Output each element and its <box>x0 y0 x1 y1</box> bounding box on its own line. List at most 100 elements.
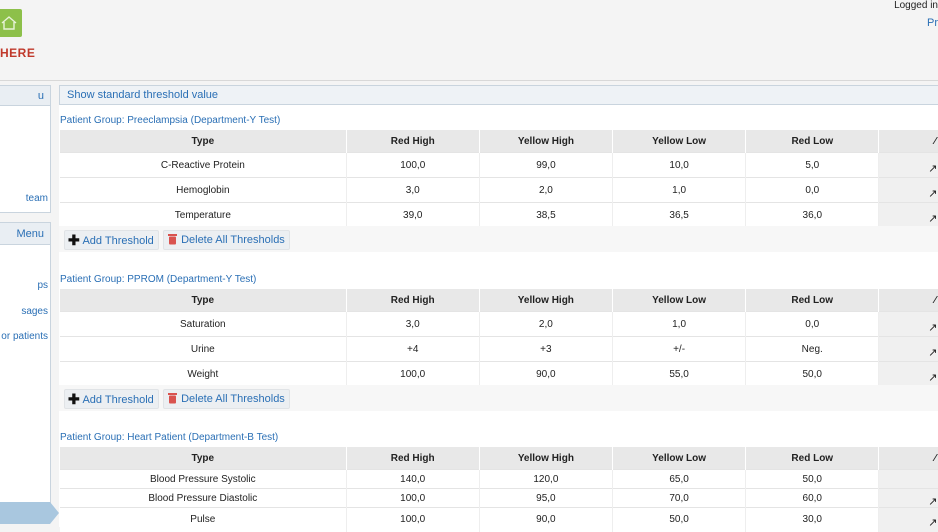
cell-red-high: 3,0 <box>346 177 480 203</box>
edit-cell[interactable] <box>878 469 938 489</box>
column-header: Type <box>60 447 347 470</box>
cell-type: C-Reactive Protein <box>60 152 347 178</box>
cell-yellow-low: 36,5 <box>612 202 747 228</box>
sidebar-secondary-menu-panel: Menu ps sages or patients <box>0 222 51 504</box>
sidebar-item-messages[interactable]: sages <box>0 306 48 317</box>
edit-cell[interactable]: ↗ <box>878 152 938 178</box>
edit-cell[interactable]: ↗ <box>878 202 938 228</box>
cell-red-high: 100,0 <box>346 152 480 178</box>
column-header: Yellow High <box>479 289 613 312</box>
add-threshold-label: Add Threshold <box>82 235 154 247</box>
group-actions-bar: ✚ Add Threshold Delete All Thresholds <box>59 385 938 411</box>
column-header: Red High <box>346 447 480 470</box>
sidebar-menu-panel: u team <box>0 85 51 213</box>
sidebar-item-groups[interactable]: ps <box>0 280 48 291</box>
column-header-actions: ⁄ <box>878 130 938 153</box>
cell-red-low: 5,0 <box>745 152 880 178</box>
table-row: Saturation 3,0 2,0 1,0 0,0 ↗ <box>60 311 938 337</box>
cell-red-low: 36,0 <box>745 202 880 228</box>
sidebar-secondary-menu-title: Menu <box>0 223 50 245</box>
cell-red-low: 30,0 <box>745 507 880 532</box>
column-header: Yellow Low <box>612 130 747 153</box>
pencil-icon[interactable]: ↗ <box>928 495 937 508</box>
logged-in-label: Logged in <box>894 0 938 11</box>
cell-yellow-high: 38,5 <box>479 202 614 228</box>
add-threshold-button[interactable]: ✚ Add Threshold <box>64 389 159 409</box>
table-row: Pulse 100,0 90,0 50,0 30,0 ↗ <box>60 507 938 532</box>
cell-red-high: 3,0 <box>346 311 480 337</box>
pencil-icon[interactable]: ↗ <box>928 371 937 384</box>
column-header: Yellow High <box>479 447 613 470</box>
pencil-icon[interactable]: ↗ <box>928 321 937 334</box>
cell-yellow-high: 120,0 <box>479 469 613 489</box>
table-row: C-Reactive Protein 100,0 99,0 10,0 5,0 ↗ <box>60 152 938 178</box>
add-threshold-button[interactable]: ✚ Add Threshold <box>64 230 159 250</box>
sidebar-item-patients[interactable]: or patients <box>0 331 48 342</box>
cell-type: Weight <box>60 361 347 387</box>
delete-all-thresholds-button[interactable]: Delete All Thresholds <box>163 389 290 409</box>
cell-yellow-low: +/- <box>612 336 747 362</box>
threshold-table: Type Red High Yellow High Yellow Low Red… <box>60 289 938 387</box>
sidebar-active-indicator[interactable] <box>0 502 59 524</box>
column-header: Type <box>60 130 347 153</box>
pencil-icon[interactable]: ↗ <box>928 187 937 200</box>
pencil-icon[interactable]: ↗ <box>928 346 937 359</box>
table-header-row: Type Red High Yellow High Yellow Low Red… <box>60 447 938 470</box>
threshold-table: Type Red High Yellow High Yellow Low Red… <box>60 130 938 228</box>
column-header: Yellow Low <box>612 289 747 312</box>
cell-red-high: 100,0 <box>346 507 480 532</box>
table-row: Weight 100,0 90,0 55,0 50,0 ↗ <box>60 361 938 387</box>
table-row: Blood Pressure Diastolic 100,0 95,0 70,0… <box>60 488 938 508</box>
cell-yellow-low: 1,0 <box>612 177 747 203</box>
cell-red-low: Neg. <box>745 336 880 362</box>
sidebar-item-team[interactable]: team <box>0 193 48 204</box>
edit-cell[interactable]: ↗ <box>878 336 938 362</box>
cell-yellow-high: 90,0 <box>479 361 613 387</box>
delete-all-label: Delete All Thresholds <box>181 393 285 405</box>
cell-type: Hemoglobin <box>60 177 347 203</box>
profile-link[interactable]: Pr <box>927 17 938 29</box>
app-header: HERE Logged in Pr <box>0 0 938 81</box>
plus-icon: ✚ <box>68 232 80 248</box>
cell-red-high: 39,0 <box>346 202 480 228</box>
pencil-icon[interactable]: ↗ <box>928 162 937 175</box>
cell-red-low: 60,0 <box>745 488 880 508</box>
delete-all-thresholds-button[interactable]: Delete All Thresholds <box>163 230 290 250</box>
cell-yellow-high: 95,0 <box>479 488 613 508</box>
column-header: Yellow Low <box>612 447 747 470</box>
delete-all-label: Delete All Thresholds <box>181 234 285 246</box>
plus-icon: ✚ <box>68 391 80 407</box>
cell-yellow-low: 65,0 <box>612 469 747 489</box>
edit-cell[interactable]: ↗ <box>878 488 938 508</box>
table-row: Urine +4 +3 +/- Neg. ↗ <box>60 336 938 362</box>
column-header: Red Low <box>745 289 880 312</box>
cell-red-high: 100,0 <box>346 361 480 387</box>
group-actions-bar: ✚ Add Threshold Delete All Thresholds <box>59 226 938 252</box>
pencil-icon[interactable]: ↗ <box>928 516 937 529</box>
threshold-table: Type Red High Yellow High Yellow Low Red… <box>60 447 938 532</box>
sidebar-menu-title: u <box>0 86 50 106</box>
column-header-actions: ⁄ <box>878 289 938 312</box>
add-threshold-label: Add Threshold <box>82 394 154 406</box>
pencil-icon[interactable]: ↗ <box>928 212 937 225</box>
logo-text: HERE <box>0 46 36 60</box>
cell-yellow-low: 55,0 <box>612 361 747 387</box>
cell-yellow-high: +3 <box>479 336 613 362</box>
threshold-content: Show standard threshold value Patient Gr… <box>59 85 938 532</box>
group-title: Patient Group: Preeclampsia (Department-… <box>60 115 281 126</box>
cell-type: Saturation <box>60 311 347 337</box>
house-icon[interactable] <box>0 9 22 37</box>
column-header: Red High <box>346 289 480 312</box>
cell-type: Blood Pressure Systolic <box>60 469 347 489</box>
table-header-row: Type Red High Yellow High Yellow Low Red… <box>60 289 938 312</box>
column-header: Type <box>60 289 347 312</box>
cell-red-high: +4 <box>346 336 480 362</box>
edit-cell[interactable]: ↗ <box>878 507 938 532</box>
table-row: Hemoglobin 3,0 2,0 1,0 0,0 ↗ <box>60 177 938 203</box>
edit-cell[interactable]: ↗ <box>878 361 938 387</box>
cell-type: Blood Pressure Diastolic <box>60 488 347 508</box>
cell-red-high: 100,0 <box>346 488 480 508</box>
trash-icon <box>168 234 177 245</box>
edit-cell[interactable]: ↗ <box>878 311 938 337</box>
edit-cell[interactable]: ↗ <box>878 177 938 203</box>
